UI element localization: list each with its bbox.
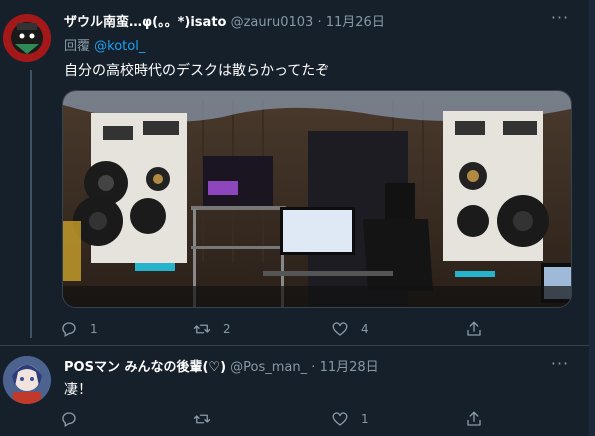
- tweet-text: 自分の高校時代のデスクは散らかってたぞ: [64, 63, 330, 79]
- share-button[interactable]: [465, 408, 483, 430]
- user-handle[interactable]: @Pos_man_: [230, 360, 307, 375]
- tweet-image[interactable]: [62, 90, 572, 308]
- like-button[interactable]: 1: [331, 408, 369, 430]
- like-count: 4: [361, 322, 369, 336]
- tweet[interactable]: ザウル南蛮…φ(。。*)isato @zauru0103 · 11月26日 ··…: [0, 0, 595, 345]
- replying-to: 回覆 @kotol_: [64, 38, 145, 56]
- more-options-icon[interactable]: ···: [548, 10, 572, 32]
- retweet-button[interactable]: [193, 408, 223, 430]
- tweet-header: ザウル南蛮…φ(。。*)isato @zauru0103 · 11月26日: [64, 13, 385, 33]
- tweet-actions: 1: [60, 408, 510, 430]
- reply-icon: [62, 412, 76, 427]
- reply-button[interactable]: 1: [60, 318, 98, 340]
- share-icon: [467, 321, 481, 336]
- share-button[interactable]: [465, 318, 483, 340]
- share-icon: [467, 411, 481, 426]
- tweet-actions: 1 2 4: [60, 318, 510, 340]
- retweet-icon: [193, 324, 211, 334]
- avatar[interactable]: [3, 14, 51, 62]
- user-handle[interactable]: @zauru0103: [231, 15, 314, 30]
- scrollbar[interactable]: [589, 0, 595, 436]
- like-count: 1: [361, 412, 369, 426]
- separator-dot: ·: [317, 15, 322, 30]
- display-name[interactable]: ザウル南蛮…φ(。。*)isato: [64, 15, 226, 30]
- tweet-text: 凄！: [64, 382, 92, 398]
- retweet-icon: [193, 414, 211, 424]
- reply-icon: [62, 322, 76, 337]
- room-photo: [63, 91, 571, 307]
- like-button[interactable]: 4: [331, 318, 369, 340]
- reply-label: 回覆: [64, 39, 91, 54]
- heart-icon: [332, 322, 348, 336]
- avatar[interactable]: [3, 356, 51, 404]
- retweet-count: 2: [223, 322, 231, 336]
- display-name[interactable]: POSマン みんなの後輩(♡): [64, 360, 226, 375]
- heart-icon: [332, 412, 348, 426]
- mention-link[interactable]: @kotol_: [94, 39, 145, 54]
- retweet-button[interactable]: 2: [193, 318, 231, 340]
- reply-count: 1: [90, 322, 98, 336]
- thread-line: [30, 70, 32, 338]
- tweet[interactable]: POSマン みんなの後輩(♡) @Pos_man_ · 11月28日 ··· 凄…: [0, 346, 595, 436]
- timestamp[interactable]: 11月28日: [320, 360, 379, 375]
- separator-dot: ·: [311, 360, 316, 375]
- more-options-icon[interactable]: ···: [548, 356, 572, 378]
- reply-button[interactable]: [60, 408, 90, 430]
- timestamp[interactable]: 11月26日: [326, 15, 385, 30]
- tweet-header: POSマン みんなの後輩(♡) @Pos_man_ · 11月28日: [64, 358, 379, 378]
